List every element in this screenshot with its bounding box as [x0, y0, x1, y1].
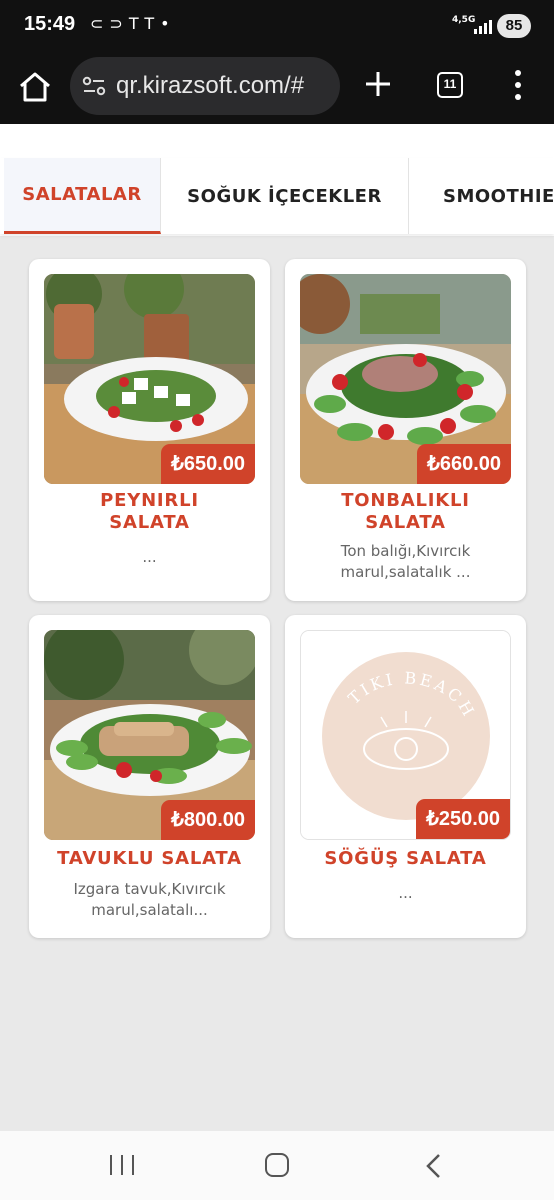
signal-icon [474, 18, 492, 34]
product-image: ₺800.00 [44, 630, 255, 840]
price-tag: ₺250.00 [416, 799, 510, 839]
home-icon[interactable] [16, 68, 54, 106]
recent-apps-icon[interactable] [110, 1155, 134, 1175]
dot-icon: • [160, 14, 176, 33]
category-tabs: SALATALAR SOĞUK İÇECEKLER SMOOTHIE [0, 158, 554, 234]
product-card-sogus[interactable]: TIKI BEACH ₺250.00 SÖĞÜŞ SALATA ... [285, 615, 526, 938]
tesla-icon-2: T [144, 14, 161, 33]
product-grid: ₺650.00 PEYNIRLI SALATA ... ₺660.00 TONB… [29, 259, 526, 938]
tab-switcher-button[interactable]: 11 [437, 72, 463, 98]
product-name: SÖĞÜŞ SALATA [324, 848, 487, 869]
price-tag: ₺650.00 [161, 444, 255, 484]
product-description: ... [142, 548, 157, 566]
site-settings-icon[interactable] [82, 75, 106, 97]
price-tag: ₺660.00 [417, 444, 511, 484]
tab-salatalar[interactable]: SALATALAR [4, 158, 161, 234]
home-nav-icon[interactable] [265, 1153, 289, 1177]
product-description: ... [398, 884, 413, 902]
battery-indicator: 85 [497, 14, 531, 38]
product-image: TIKI BEACH ₺250.00 [300, 630, 511, 840]
product-name: PEYNIRLI SALATA [100, 490, 199, 533]
overflow-menu-icon[interactable] [510, 70, 526, 100]
new-tab-icon[interactable] [362, 68, 394, 100]
url-text[interactable]: qr.kirazsoft.com/# [116, 72, 304, 100]
product-name: TONBALIKLI SALATA [341, 490, 470, 533]
clock: 15:49 [24, 13, 76, 35]
status-bar: 15:49 ⊂⊃TT• 4,5G 85 [0, 0, 554, 52]
network-type: 4,5G [452, 15, 476, 25]
product-description: Ton balığı,Kıvırcık marul,salatalık ... [340, 542, 471, 581]
product-image: ₺660.00 [300, 274, 511, 484]
product-card-tavuklu[interactable]: ₺800.00 TAVUKLU SALATA Izgara tavuk,Kıvı… [29, 615, 270, 938]
tesla-icon: T [128, 14, 145, 33]
product-image: ₺650.00 [44, 274, 255, 484]
system-nav-bar [0, 1131, 554, 1200]
back-icon[interactable] [424, 1153, 444, 1179]
tab-smoothie[interactable]: SMOOTHIE [409, 158, 554, 234]
notification-icons: ⊂⊃TT• [90, 14, 176, 33]
tab-soguk-icecekler[interactable]: SOĞUK İÇECEKLER [161, 158, 409, 234]
product-card-tonbalikli[interactable]: ₺660.00 TONBALIKLI SALATA Ton balığı,Kıv… [285, 259, 526, 601]
price-tag: ₺800.00 [161, 800, 255, 840]
product-name: TAVUKLU SALATA [57, 848, 242, 869]
product-card-peynirli[interactable]: ₺650.00 PEYNIRLI SALATA ... [29, 259, 270, 601]
browser-toolbar: qr.kirazsoft.com/# 11 [0, 52, 554, 124]
product-description: Izgara tavuk,Kıvırcık marul,salatalı... [73, 880, 226, 919]
car-icon: ⊂⊃ [90, 14, 129, 33]
address-bar[interactable]: qr.kirazsoft.com/# [70, 57, 340, 115]
